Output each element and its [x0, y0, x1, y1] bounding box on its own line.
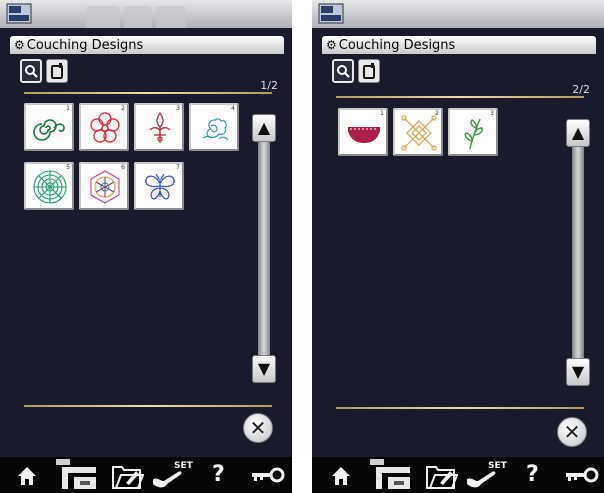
fleur-de-lis-design-icon	[149, 111, 171, 143]
hexagon-flower-design-icon	[90, 170, 120, 204]
key-icon[interactable]	[562, 457, 600, 493]
hoop-icon	[363, 63, 375, 79]
top-status-bar	[0, 0, 292, 28]
dialog-header: ⚙ Couching Designs	[10, 36, 284, 54]
scrollbar-track[interactable]	[572, 145, 584, 367]
design-thumb-6[interactable]: 6	[79, 162, 129, 210]
settings-tool[interactable]: SET	[150, 457, 200, 493]
scroll-up-button[interactable]: ▲	[566, 119, 590, 147]
sewing-machine-icon[interactable]	[52, 457, 98, 493]
scallop-border-design-icon	[348, 127, 380, 143]
couching-foot-icon	[25, 65, 38, 78]
help-icon[interactable]: ?	[212, 457, 225, 493]
close-button[interactable]: ✕	[243, 413, 273, 443]
bottom-toolbar: SET ?	[312, 457, 604, 493]
couching-gear-icon: ⚙	[326, 38, 337, 52]
tab-couching-designs[interactable]	[20, 59, 42, 83]
design-thumb-4[interactable]: 4	[189, 103, 239, 151]
flower-outline-design-icon	[90, 112, 120, 143]
folder-icon[interactable]	[110, 457, 144, 493]
design-thumb-3[interactable]: 3	[134, 103, 184, 151]
butterfly-design-icon	[145, 173, 175, 200]
dialog-title: Couching Designs	[26, 38, 144, 53]
set-label: SET	[174, 461, 193, 471]
scroll-down-button[interactable]: ▼	[566, 358, 590, 386]
divider-top	[336, 96, 584, 98]
settings-tool[interactable]: SET	[464, 457, 514, 493]
top-status-bar	[312, 0, 604, 28]
lattice-square-design-icon	[401, 115, 437, 151]
couching-foot-icon	[337, 65, 350, 78]
divider-top	[24, 92, 272, 94]
scrollbar-track[interactable]	[258, 140, 270, 380]
set-label: SET	[488, 461, 507, 471]
design-thumb-2[interactable]: 2	[393, 108, 443, 156]
sewing-machine-icon	[318, 3, 344, 24]
hoop-icon	[51, 63, 63, 79]
screen-page-2: ⚙ Couching Designs 2/2 1 2 3 ▲ ▼ ✕ SET ?	[312, 0, 604, 493]
folder-icon[interactable]	[424, 457, 458, 493]
page-indicator: 1/2	[260, 79, 278, 92]
scroll-down-button[interactable]: ▼	[252, 355, 276, 383]
page-indicator: 2/2	[572, 83, 590, 96]
tab-couching-designs[interactable]	[332, 59, 354, 83]
sewing-machine-icon[interactable]	[366, 457, 412, 493]
tab-hoop[interactable]	[46, 59, 68, 83]
spiral-design-icon	[33, 119, 65, 141]
close-button[interactable]: ✕	[557, 417, 587, 447]
design-thumb-2[interactable]: 2	[79, 103, 129, 151]
key-icon[interactable]	[248, 457, 286, 493]
vine-leaf-design-icon	[464, 118, 483, 150]
rose-design-icon	[202, 118, 229, 141]
divider-bottom	[24, 405, 272, 407]
scroll-up-button[interactable]: ▲	[252, 114, 276, 142]
tab-hoop[interactable]	[358, 59, 380, 83]
design-thumb-7[interactable]: 7	[134, 162, 184, 210]
screen-page-1: ⚙ Couching Designs 1/2 1 2 3 4 5 6 7 ▲ ▼…	[0, 0, 292, 493]
couching-gear-icon: ⚙	[14, 38, 25, 52]
help-icon[interactable]: ?	[526, 457, 539, 493]
design-thumb-1[interactable]: 1	[24, 103, 74, 151]
design-thumb-1[interactable]: 1	[338, 108, 388, 156]
bottom-toolbar: SET ?	[0, 457, 292, 493]
sewing-machine-icon	[6, 3, 32, 24]
design-thumb-5[interactable]: 5	[24, 162, 74, 210]
dialog-header: ⚙ Couching Designs	[322, 36, 596, 54]
design-thumb-3[interactable]: 3	[448, 108, 498, 156]
divider-bottom	[336, 407, 584, 409]
circular-mandala-design-icon	[33, 170, 67, 204]
home-icon[interactable]	[330, 457, 352, 493]
dialog-title: Couching Designs	[338, 38, 456, 53]
home-icon[interactable]	[16, 457, 38, 493]
